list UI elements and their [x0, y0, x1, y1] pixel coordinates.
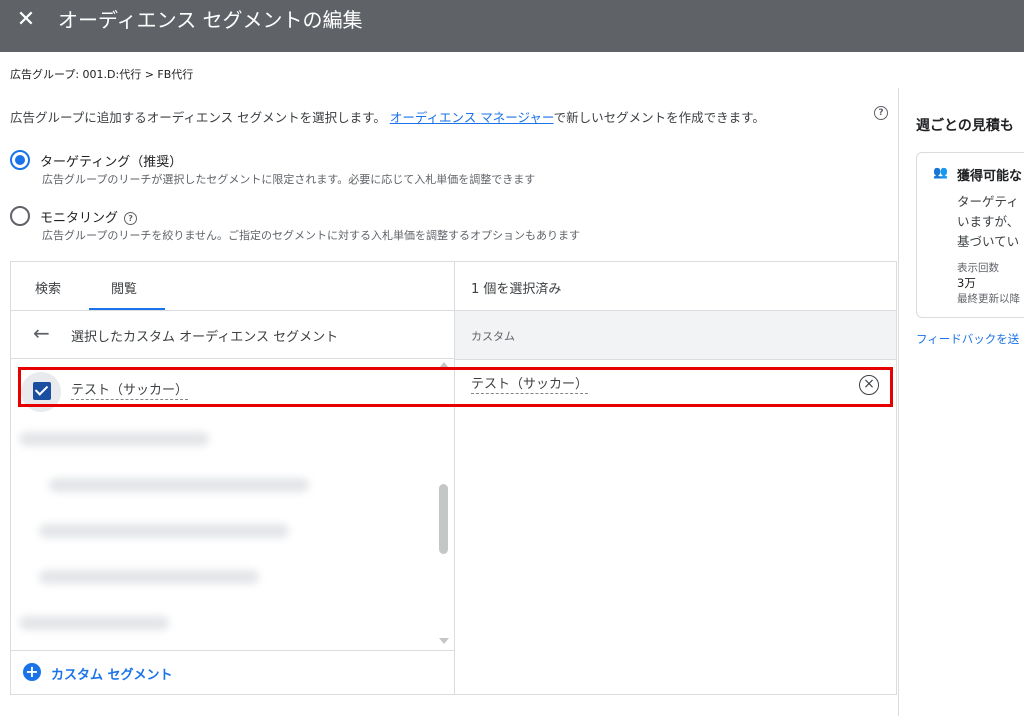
dialog-header: ✕ オーディエンス セグメントの編集 [0, 0, 1024, 52]
estimate-card-title: 獲得可能な [957, 169, 1023, 184]
monitoring-radio[interactable] [10, 206, 30, 226]
dialog-title: オーディエンス セグメントの編集 [58, 8, 363, 32]
back-title: 選択したカスタム オーディエンス セグメント [71, 330, 339, 345]
people-icon: 👥 [933, 165, 948, 179]
audience-manager-link[interactable]: オーディエンス マネージャー [390, 110, 554, 125]
blurred-item [19, 432, 209, 446]
selected-segment-label: テスト（サッカー） [471, 377, 589, 394]
impressions-label: 表示回数 [957, 262, 999, 274]
help-icon[interactable]: ? [874, 106, 888, 120]
targeting-label: ターゲティング（推奨） [40, 155, 183, 170]
feedback-link[interactable]: フィードバックを送 [916, 331, 1019, 347]
blurred-item [19, 616, 169, 630]
remove-segment-icon[interactable]: × [859, 375, 879, 395]
estimate-text-line1: ターゲティ [957, 194, 1019, 209]
estimate-divider [898, 88, 899, 716]
scrollbar-thumb[interactable] [439, 484, 448, 554]
monitoring-help-icon[interactable]: ? [124, 212, 138, 225]
list-footer-divider [11, 650, 454, 651]
intro-text: 広告グループに追加するオーディエンス セグメントを選択します。 オーディエンス … [10, 107, 765, 126]
add-custom-segment-label: カスタム セグメント [51, 668, 173, 683]
blurred-segment-list [19, 422, 399, 642]
estimate-title: 週ごとの見積も [916, 118, 1014, 134]
tab-search[interactable]: 検索 [35, 278, 61, 297]
monitoring-label-text: モニタリング [40, 211, 119, 226]
last-updated: 最終更新以降 [957, 293, 1020, 305]
targeting-description: 広告グループのリーチが選択したセグメントに限定されます。必要に応じて入札単価を調… [42, 173, 536, 186]
blurred-item [49, 478, 309, 492]
segment-checkbox[interactable] [33, 382, 51, 400]
tab-browse[interactable]: 閲覧 [111, 278, 137, 297]
scroll-down-arrow-icon[interactable] [439, 638, 449, 644]
blurred-item [39, 570, 259, 584]
column-header-bg [455, 311, 896, 359]
selected-count: 1 個を選択済み [471, 282, 562, 297]
column-header-divider [455, 359, 896, 360]
column-header: カスタム [471, 330, 515, 343]
back-row-divider [11, 358, 454, 359]
segment-label: テスト（サッカー） [71, 383, 189, 400]
breadcrumb: 広告グループ: 001.D:代行 > FB代行 [10, 68, 194, 81]
add-icon: + [23, 663, 41, 681]
impressions-value: 3万 [957, 276, 976, 290]
segment-list-item[interactable]: テスト（サッカー） [21, 372, 401, 412]
intro-text-after: で新しいセグメントを作成できます。 [553, 110, 765, 125]
scroll-up-arrow-icon[interactable] [439, 362, 449, 368]
segment-picker-panel: 検索 閲覧 ← 選択したカスタム オーディエンス セグメント テスト（サッカー）… [10, 261, 897, 695]
monitoring-label: モニタリング? [40, 207, 138, 226]
blurred-item [39, 524, 289, 538]
estimate-card: 👥 獲得可能な ターゲティ いますが、 基づいてい 表示回数 3万 最終更新以降 [916, 152, 1024, 318]
back-arrow-icon[interactable]: ← [33, 322, 50, 344]
estimate-text-line3: 基づいてい [957, 234, 1020, 249]
intro-text-before: 広告グループに追加するオーディエンス セグメントを選択します。 [10, 110, 386, 125]
close-icon[interactable]: ✕ [14, 8, 38, 32]
monitoring-description: 広告グループのリーチを絞りません。ご指定のセグメントに対する入札単価を調整するオ… [42, 229, 581, 242]
targeting-radio[interactable] [10, 150, 30, 170]
estimate-text-line2: いますが、 [957, 214, 1020, 229]
tabs-divider [11, 310, 454, 311]
